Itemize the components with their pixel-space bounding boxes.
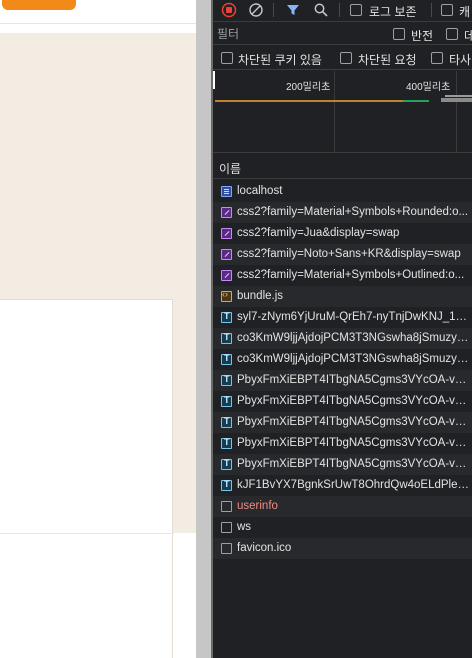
request-row[interactable]: co3KmW9ljjAjdojPCM3T3NGswha8jSmuzy4j... [213, 328, 472, 349]
stylesheet-icon [221, 228, 232, 239]
record-stop-icon[interactable] [221, 2, 237, 18]
devtools-network-panel: 로그 보존 캐 반전 데 차단된 쿠키 있음 차단된 요청 타사 200밀리초 … [213, 0, 472, 658]
request-name: bundle.js [237, 290, 284, 302]
request-name: ws [237, 521, 252, 533]
header-primary-button[interactable] [2, 0, 76, 10]
request-name: kJF1BvYX7BgnkSrUwT8OhrdQw4oELdPleeII... [237, 479, 472, 491]
request-row[interactable]: PbyxFmXiEBPT4ITbgNA5Cgms3VYcOA-vvnI... [213, 433, 472, 454]
request-row[interactable]: favicon.ico [213, 538, 472, 559]
more-filters-label: 데 [464, 29, 472, 43]
font-icon [221, 311, 232, 323]
overview-pending-bar [441, 98, 472, 102]
request-row[interactable]: css2?family=Material+Symbols+Outlined:o.… [213, 265, 472, 286]
network-overview-timeline[interactable]: 200밀리초 400밀리초 [213, 71, 472, 153]
request-row[interactable]: ws [213, 517, 472, 538]
request-name: css2?family=Jua&display=swap [237, 227, 400, 239]
request-name: syl7-zNym6YjUruM-QrEh7-nyTnjDwKNJ_190... [237, 311, 472, 323]
request-name: co3KmW9ljjAjdojPCM3T3NGswha8jSmuzy4j... [237, 353, 472, 365]
empty-file-icon [221, 501, 232, 512]
request-row[interactable]: PbyxFmXiEBPT4ITbgNA5Cgms3VYcOA-vvnI... [213, 391, 472, 412]
page-scrollbar[interactable] [196, 0, 211, 658]
font-icon [221, 353, 232, 365]
request-name: PbyxFmXiEBPT4ITbgNA5Cgms3VYcOA-vvnI... [237, 458, 472, 470]
blocked-cookies-checkbox[interactable] [221, 52, 233, 64]
request-row[interactable]: bundle.js [213, 286, 472, 307]
overview-pending-bar [445, 95, 472, 97]
overview-tick-400ms: 400밀리초 [406, 82, 451, 93]
request-table-header[interactable]: 이름 [213, 154, 472, 179]
invert-label: 반전 [411, 29, 434, 43]
request-name: favicon.ico [237, 542, 292, 554]
request-row[interactable]: css2?family=Noto+Sans+KR&display=swap [213, 244, 472, 265]
clear-block-icon[interactable] [248, 2, 264, 18]
request-row[interactable]: syl7-zNym6YjUruM-QrEh7-nyTnjDwKNJ_190... [213, 307, 472, 328]
request-name: css2?family=Material+Symbols+Rounded:o..… [237, 206, 469, 218]
request-name: PbyxFmXiEBPT4ITbgNA5Cgms3VYcOA-vvnI... [237, 416, 472, 428]
request-name: PbyxFmXiEBPT4ITbgNA5Cgms3VYcOA-vvnI... [237, 374, 472, 386]
request-row[interactable]: localhost [213, 181, 472, 202]
overview-download-bar [403, 100, 429, 102]
preserve-log-checkbox[interactable] [350, 4, 362, 16]
web-page-viewport [0, 0, 196, 658]
preserve-log-label: 로그 보존 [369, 5, 417, 19]
column-header-name[interactable]: 이름 [219, 160, 241, 177]
request-name: userinfo [237, 500, 278, 512]
request-row[interactable]: css2?family=Jua&display=swap [213, 223, 472, 244]
disable-cache-label: 캐 [459, 5, 471, 19]
font-icon [221, 458, 232, 470]
request-name: co3KmW9ljjAjdojPCM3T3NGswha8jSmuzy4j... [237, 332, 472, 344]
blocked-requests-checkbox[interactable] [340, 52, 352, 64]
filter-row: 반전 데 [213, 23, 472, 45]
overview-gridline [456, 71, 457, 153]
stylesheet-icon [221, 207, 232, 218]
document-icon [221, 186, 232, 197]
blocked-cookies-label: 차단된 쿠키 있음 [238, 53, 322, 67]
blocked-filters-row: 차단된 쿠키 있음 차단된 요청 타사 [213, 46, 472, 70]
request-name: localhost [237, 185, 283, 197]
blocked-requests-label: 차단된 요청 [358, 53, 417, 67]
request-row[interactable]: PbyxFmXiEBPT4ITbgNA5Cgms3VYcOA-vvnI... [213, 370, 472, 391]
font-icon [221, 332, 232, 344]
disable-cache-checkbox[interactable] [441, 4, 453, 16]
font-icon [221, 395, 232, 407]
request-name: css2?family=Material+Symbols+Outlined:o.… [237, 269, 465, 281]
request-row[interactable]: kJF1BvYX7BgnkSrUwT8OhrdQw4oELdPleeII... [213, 475, 472, 496]
request-list: localhost css2?family=Material+Symbols+Ro… [213, 181, 472, 559]
font-icon [221, 416, 232, 428]
request-name: PbyxFmXiEBPT4ITbgNA5Cgms3VYcOA-vvnI... [237, 395, 472, 407]
overview-gridline [334, 71, 335, 153]
script-icon [221, 289, 232, 302]
request-row[interactable]: co3KmW9ljjAjdojPCM3T3NGswha8jSmuzy4j... [213, 349, 472, 370]
third-party-label: 타사 [449, 53, 472, 67]
overview-start-marker [213, 71, 215, 89]
font-icon [221, 479, 232, 491]
stylesheet-icon [221, 249, 232, 260]
filter-input[interactable] [217, 26, 377, 42]
stylesheet-icon [221, 270, 232, 281]
funnel-filter-icon[interactable] [285, 2, 301, 18]
more-filters-checkbox[interactable] [446, 28, 458, 40]
third-party-checkbox[interactable] [431, 52, 443, 64]
search-icon[interactable] [313, 2, 329, 18]
request-row[interactable]: PbyxFmXiEBPT4ITbgNA5Cgms3VYcOA-vvnI... [213, 412, 472, 433]
toolbar-divider [273, 3, 274, 17]
overview-waiting-bar [215, 100, 416, 102]
empty-file-icon [221, 522, 232, 533]
toolbar-divider [431, 3, 432, 17]
request-name: PbyxFmXiEBPT4ITbgNA5Cgms3VYcOA-vvnI... [237, 437, 472, 449]
card-divider [0, 533, 174, 534]
invert-checkbox[interactable] [393, 28, 405, 40]
request-row[interactable]: css2?family=Material+Symbols+Rounded:o..… [213, 202, 472, 223]
network-toolbar: 로그 보존 캐 [213, 0, 472, 22]
font-icon [221, 437, 232, 449]
request-name: css2?family=Noto+Sans+KR&display=swap [237, 248, 461, 260]
overview-tick-200ms: 200밀리초 [286, 82, 331, 93]
request-row[interactable]: PbyxFmXiEBPT4ITbgNA5Cgms3VYcOA-vvnI... [213, 454, 472, 475]
content-card [0, 299, 174, 658]
toolbar-divider [339, 3, 340, 17]
page-header [0, 0, 196, 24]
request-row[interactable]: userinfo [213, 496, 472, 517]
empty-file-icon [221, 543, 232, 554]
font-icon [221, 374, 232, 386]
